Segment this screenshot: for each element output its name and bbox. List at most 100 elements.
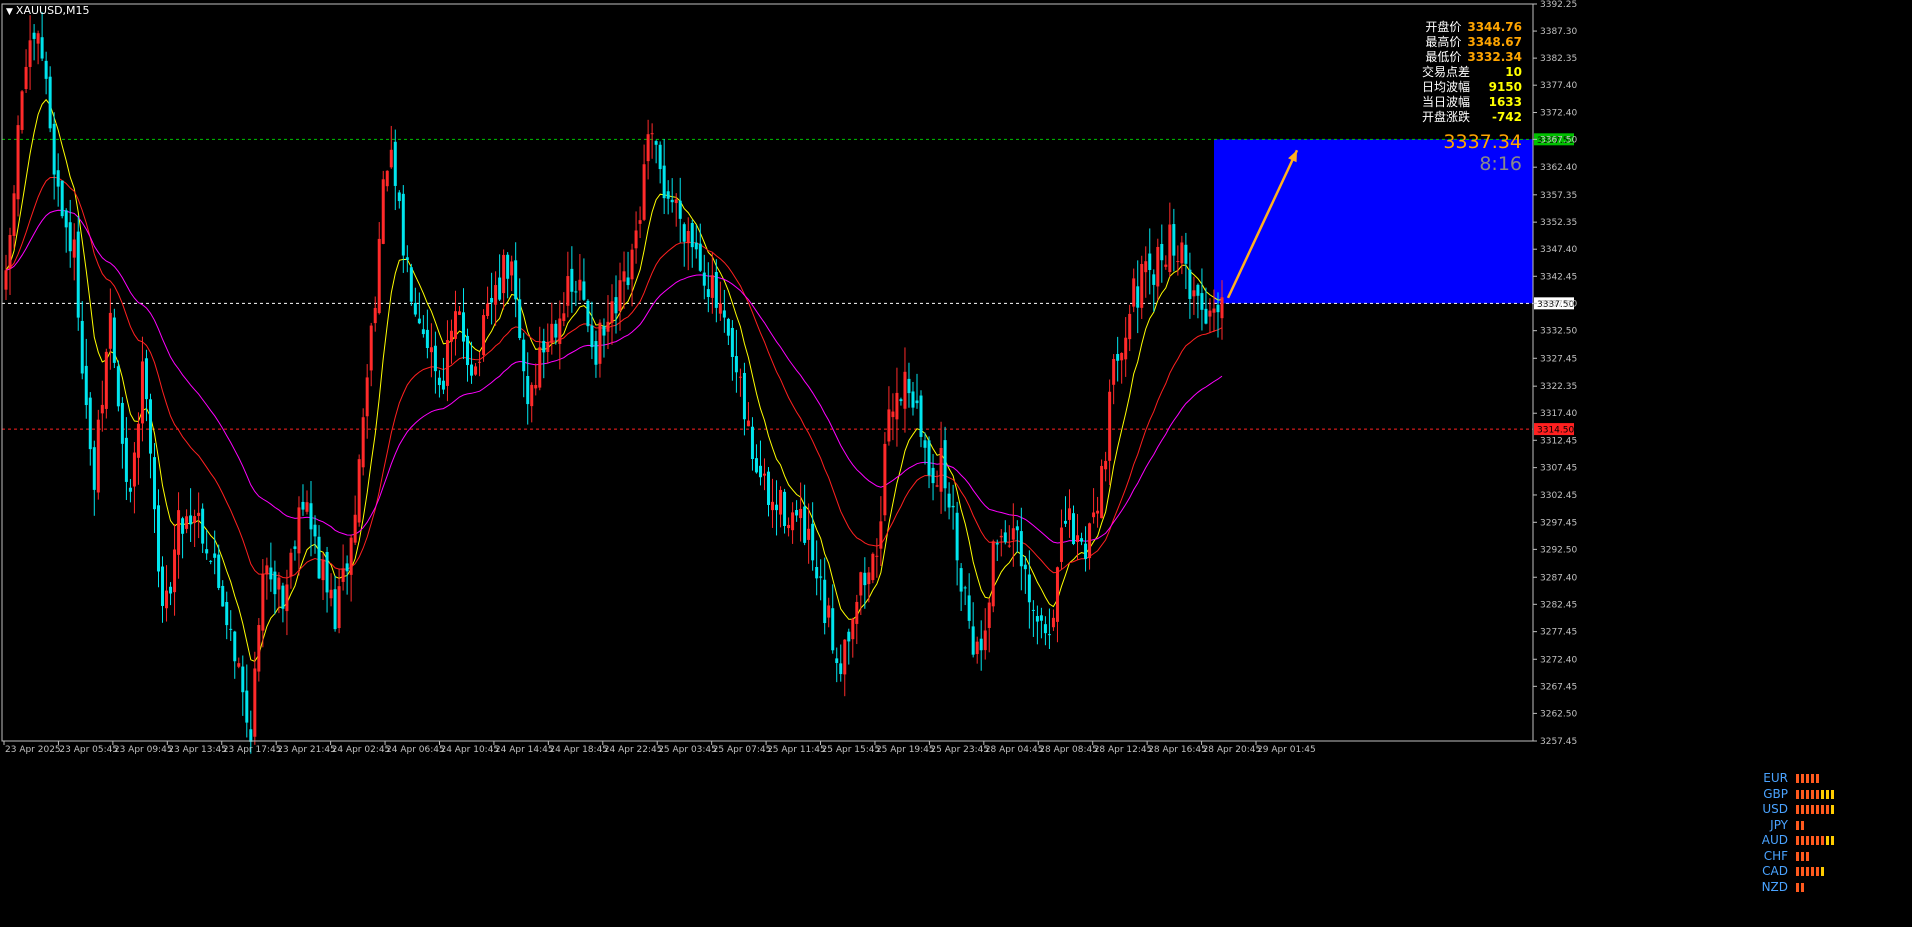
bear-candle — [1039, 615, 1043, 621]
bull-candle — [1132, 278, 1136, 307]
chart-area[interactable]: 3367.50 3337.50 3314.50 3392.25 3387.30 3382… — [0, 0, 1912, 927]
bull-candle — [341, 568, 345, 582]
bear-candle — [967, 595, 971, 621]
x-tick-label: 28 Apr 16:45 — [1148, 745, 1207, 755]
bear-candle — [775, 504, 779, 511]
bull-candle — [486, 303, 490, 316]
info-label: 当日波幅 — [1421, 95, 1470, 109]
bull-candle — [558, 318, 562, 344]
bull-candle — [502, 254, 506, 294]
bear-candle — [462, 312, 466, 342]
bull-candle — [1076, 535, 1080, 543]
ma-mid-line — [5, 176, 1223, 579]
bear-candle — [831, 608, 835, 651]
bull-candle — [237, 663, 241, 667]
bear-candle — [281, 585, 285, 609]
x-tick-label: 28 Apr 20:45 — [1203, 745, 1262, 755]
x-tick-label: 23 Apr 09:45 — [114, 745, 173, 755]
bear-candle — [1160, 243, 1164, 261]
bull-candle — [277, 577, 281, 590]
strength-bar — [1801, 805, 1804, 815]
info-panel: 开盘价 3344.76 最高价 3348.67 最低价 3332.34 交易点差 10 日均波幅… — [1422, 20, 1522, 125]
strength-bar — [1806, 867, 1809, 877]
bear-candle — [702, 272, 706, 286]
bear-candle — [64, 210, 68, 228]
bear-candle — [498, 277, 502, 300]
bear-candle — [734, 356, 738, 373]
bull-candle — [883, 443, 887, 516]
symbol-label: XAUUSD,M15 — [15, 4, 90, 17]
bull-candle — [1108, 391, 1112, 461]
x-tick-label: 25 Apr 19:45 — [876, 745, 935, 755]
bull-candle — [738, 376, 742, 378]
strength-row: USD — [1760, 802, 1834, 818]
bear-candle — [401, 193, 405, 256]
bull-candle — [429, 347, 433, 353]
bull-candle — [28, 40, 32, 67]
bear-candle — [68, 222, 72, 252]
dropdown-triangle-icon[interactable]: ▼ — [6, 7, 13, 17]
strength-bar — [1811, 867, 1814, 877]
bear-candle — [269, 567, 273, 580]
price-tag-label: 3314.50 — [1537, 426, 1574, 436]
bull-candle — [566, 276, 570, 306]
bull-candle — [871, 553, 875, 581]
bear-candle — [1031, 609, 1035, 611]
bull-candle — [1208, 310, 1212, 317]
strength-bar — [1821, 836, 1824, 846]
strength-bar — [1816, 867, 1819, 877]
bull-candle — [265, 565, 269, 575]
bull-candle — [1088, 523, 1092, 559]
info-row: 日均波幅 9150 — [1422, 80, 1522, 95]
bear-candle — [425, 329, 429, 348]
bear-candle — [971, 626, 975, 655]
bear-candle — [1216, 304, 1220, 313]
info-row: 最低价 3332.34 — [1422, 50, 1522, 65]
bear-candle — [811, 523, 815, 561]
bear-candle — [931, 467, 935, 484]
bull-candle — [445, 340, 449, 386]
bear-candle — [413, 303, 417, 315]
strength-bar — [1806, 805, 1809, 815]
bull-candle — [357, 459, 361, 523]
currency-label: CAD — [1762, 864, 1788, 878]
y-tick-label: 3337.50 — [1540, 299, 1577, 309]
strength-bar — [1816, 789, 1819, 799]
y-tick-label: 3332.50 — [1540, 327, 1577, 337]
strength-bar — [1796, 836, 1799, 846]
x-tick-label: 25 Apr 23:45 — [930, 745, 989, 755]
bear-candle — [1116, 353, 1120, 361]
bear-candle — [979, 638, 983, 651]
bull-candle — [104, 351, 108, 409]
x-tick-label: 25 Apr 15:45 — [822, 745, 881, 755]
y-tick-label: 3317.40 — [1540, 409, 1577, 419]
info-row: 开盘涨跌 -742 — [1422, 110, 1522, 125]
info-row: 交易点差 10 — [1422, 65, 1522, 80]
bear-candle — [345, 563, 349, 572]
bear-candle — [1047, 634, 1051, 636]
strength-row: EUR — [1760, 771, 1834, 787]
bull-candle — [999, 535, 1003, 538]
info-label: 最高价 — [1425, 35, 1462, 49]
bear-candle — [169, 586, 173, 594]
bull-candle — [12, 193, 16, 236]
bull-candle — [1164, 264, 1168, 267]
strength-bar — [1816, 774, 1819, 784]
bear-candle — [441, 380, 445, 390]
bear-candle — [1184, 244, 1188, 264]
bear-candle — [152, 457, 156, 510]
bull-candle — [305, 502, 309, 512]
bear-candle — [919, 395, 923, 437]
bear-candle — [526, 376, 530, 405]
bear-candle — [88, 397, 92, 450]
bull-candle — [132, 452, 136, 487]
x-tick-label: 25 Apr 07:45 — [713, 745, 772, 755]
bear-candle — [309, 503, 313, 530]
bear-candle — [417, 318, 421, 324]
strength-row: JPY — [1760, 818, 1834, 834]
bull-candle — [851, 618, 855, 640]
bear-candle — [249, 729, 253, 742]
bear-candle — [754, 458, 758, 473]
strength-bars — [1796, 774, 1819, 784]
strength-bar — [1826, 836, 1829, 846]
